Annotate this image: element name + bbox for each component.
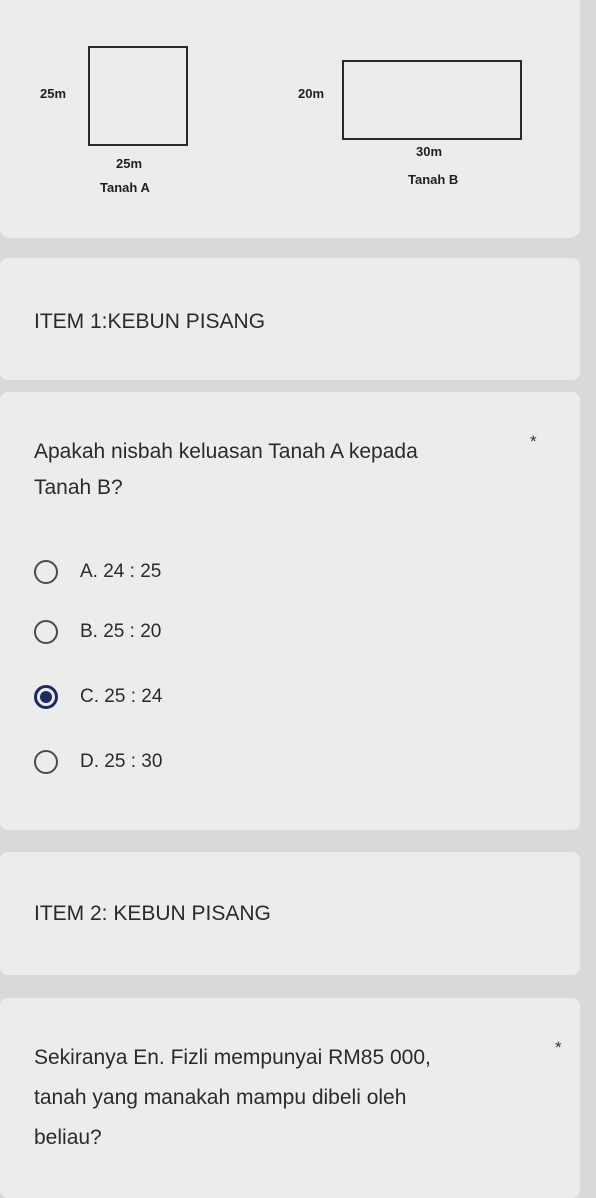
section-card-item-2: ITEM 2: KEBUN PISANG [0, 852, 580, 975]
question-card-2: Sekiranya En. Fizli mempunyai RM85 000, … [0, 998, 580, 1198]
required-asterisk: * [555, 1038, 562, 1057]
option-d[interactable]: D. 25 : 30 [34, 747, 162, 777]
section-title-item-1: ITEM 1:KEBUN PISANG [34, 310, 266, 333]
radio-button-selected[interactable] [34, 685, 58, 709]
question-2-text: Sekiranya En. Fizli mempunyai RM85 000, … [34, 1038, 514, 1158]
option-a[interactable]: A. 24 : 25 [34, 557, 161, 587]
question-1-line-1: Apakah nisbah keluasan Tanah A kepada [34, 440, 418, 463]
radio-button[interactable] [34, 750, 58, 774]
tanah-b-rectangle [342, 60, 522, 140]
tanah-b-bottom-label: 30m [416, 144, 443, 159]
option-a-label: A. 24 : 25 [80, 561, 162, 582]
option-c-label: C. 25 : 24 [80, 686, 163, 707]
tanah-b-side-label: 20m [298, 86, 325, 101]
section-title-item-2: ITEM 2: KEBUN PISANG [34, 902, 271, 925]
radio-dot-icon [40, 691, 52, 703]
question-1-text: Apakah nisbah keluasan Tanah A kepada Ta… [34, 434, 514, 506]
radio-button[interactable] [34, 560, 58, 584]
tanah-b-caption: Tanah B [408, 172, 459, 187]
question-1-line-2: Tanah B? [34, 476, 123, 499]
question-2-line-3: beliau? [34, 1126, 102, 1149]
question-2-line-2: tanah yang manakah mampu dibeli oleh [34, 1086, 407, 1109]
radio-button[interactable] [34, 620, 58, 644]
question-card-1: Apakah nisbah keluasan Tanah A kepada Ta… [0, 392, 580, 830]
tanah-a-bottom-label: 25m [116, 156, 143, 171]
tanah-a-caption: Tanah A [100, 180, 150, 195]
figure-card: 25m 25m Tanah A 20m 30m Tanah B [0, 0, 580, 238]
option-b-label: B. 25 : 20 [80, 621, 162, 642]
required-asterisk: * [530, 432, 537, 451]
tanah-a-side-label: 25m [40, 86, 67, 101]
option-b[interactable]: B. 25 : 20 [34, 617, 161, 647]
tanah-a-square [88, 46, 188, 146]
option-d-label: D. 25 : 30 [80, 751, 163, 772]
section-card-item-1: ITEM 1:KEBUN PISANG [0, 258, 580, 380]
option-c[interactable]: C. 25 : 24 [34, 682, 162, 712]
question-2-line-1: Sekiranya En. Fizli mempunyai RM85 000, [34, 1046, 431, 1069]
